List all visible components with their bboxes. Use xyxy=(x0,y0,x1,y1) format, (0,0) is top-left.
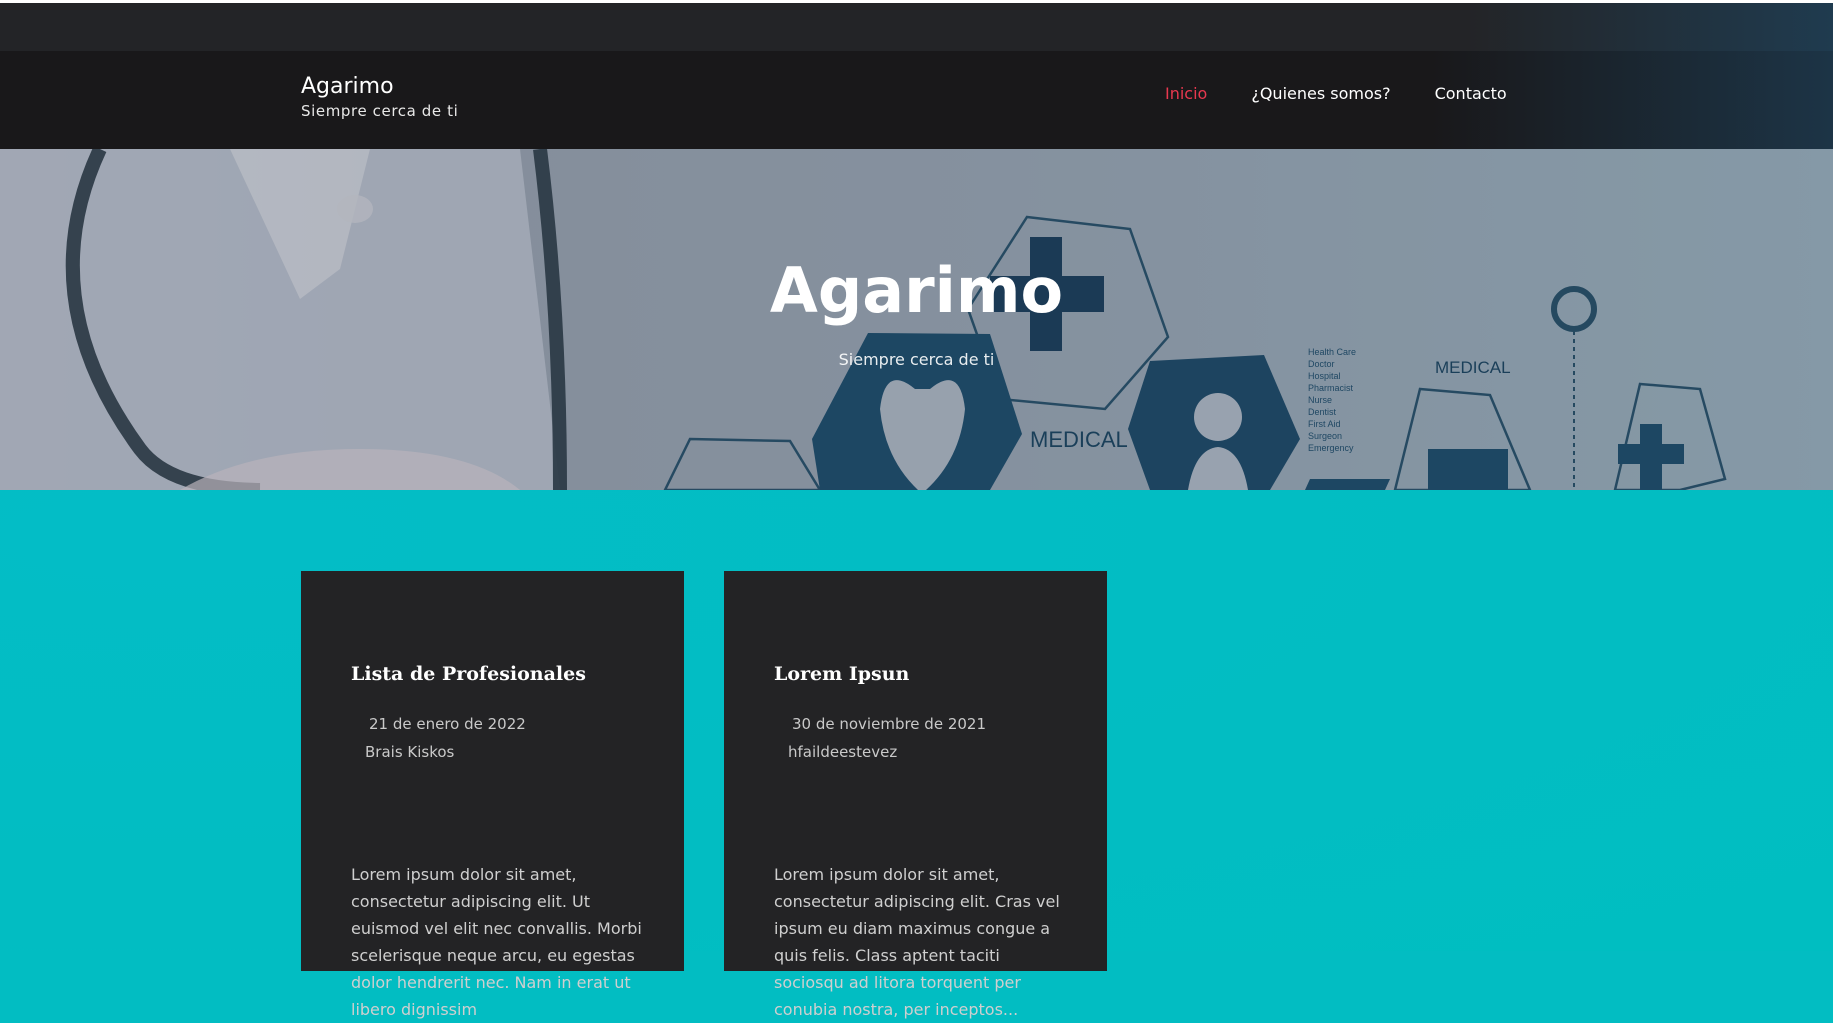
hero-label-list-item: Hospital xyxy=(1308,371,1341,381)
site-header: Agarimo Siempre cerca de ti Inicio ¿Quie… xyxy=(0,51,1833,149)
post-date[interactable]: 21 de enero de 2022 xyxy=(369,710,526,738)
post-card: Lorem Ipsun 30 de noviembre de 2021 hfai… xyxy=(724,571,1107,1019)
site-tagline: Siempre cerca de ti xyxy=(301,102,459,120)
site-title[interactable]: Agarimo xyxy=(301,72,458,102)
post-excerpt: Lorem ipsum dolor sit amet, consectetur … xyxy=(774,865,1060,1019)
post-author[interactable]: Brais Kiskos xyxy=(365,738,526,766)
post-card: Lista de Profesionales 21 de enero de 20… xyxy=(301,571,684,1019)
brand: Agarimo Siempre cerca de ti xyxy=(301,72,458,120)
nav-item-inicio[interactable]: Inicio xyxy=(1165,84,1207,103)
post-excerpt-wrap: Lorem ipsum dolor sit amet, consectetur … xyxy=(351,861,646,1023)
hero-label-list-item: Nurse xyxy=(1308,395,1332,405)
hero-title: Agarimo xyxy=(769,254,1064,327)
hero-label-medical-main: MEDICAL xyxy=(1030,427,1128,452)
main-nav: Inicio ¿Quienes somos? Contacto xyxy=(1165,84,1507,103)
hero-subtitle: Siempre cerca de ti xyxy=(838,350,995,369)
post-title[interactable]: Lista de Profesionales xyxy=(351,663,586,685)
post-meta: 30 de noviembre de 2021 hfaildeestevez xyxy=(788,710,986,766)
nav-item-quienes-somos[interactable]: ¿Quienes somos? xyxy=(1251,84,1390,103)
posts-section: Lista de Profesionales 21 de enero de 20… xyxy=(0,490,1833,1019)
hero-label-list-item: Surgeon xyxy=(1308,431,1342,441)
hero-banner: MEDICAL MEDICAL Health Care Doctor Hospi… xyxy=(0,149,1833,490)
hero-label-list-item: First Aid xyxy=(1308,419,1341,429)
hero-label-list-item: Pharmacist xyxy=(1308,383,1354,393)
post-excerpt-wrap: Lorem ipsum dolor sit amet, consectetur … xyxy=(774,861,1069,1023)
post-meta: 21 de enero de 2022 Brais Kiskos xyxy=(365,710,526,766)
hero-label-list-item: Emergency xyxy=(1308,443,1354,453)
post-excerpt: Lorem ipsum dolor sit amet, consectetur … xyxy=(351,865,642,1019)
top-bar xyxy=(0,3,1833,51)
post-title[interactable]: Lorem Ipsun xyxy=(774,663,909,685)
post-date[interactable]: 30 de noviembre de 2021 xyxy=(792,710,986,738)
post-author[interactable]: hfaildeestevez xyxy=(788,738,986,766)
hero-label-list-item: Dentist xyxy=(1308,407,1337,417)
nav-item-contacto[interactable]: Contacto xyxy=(1435,84,1507,103)
